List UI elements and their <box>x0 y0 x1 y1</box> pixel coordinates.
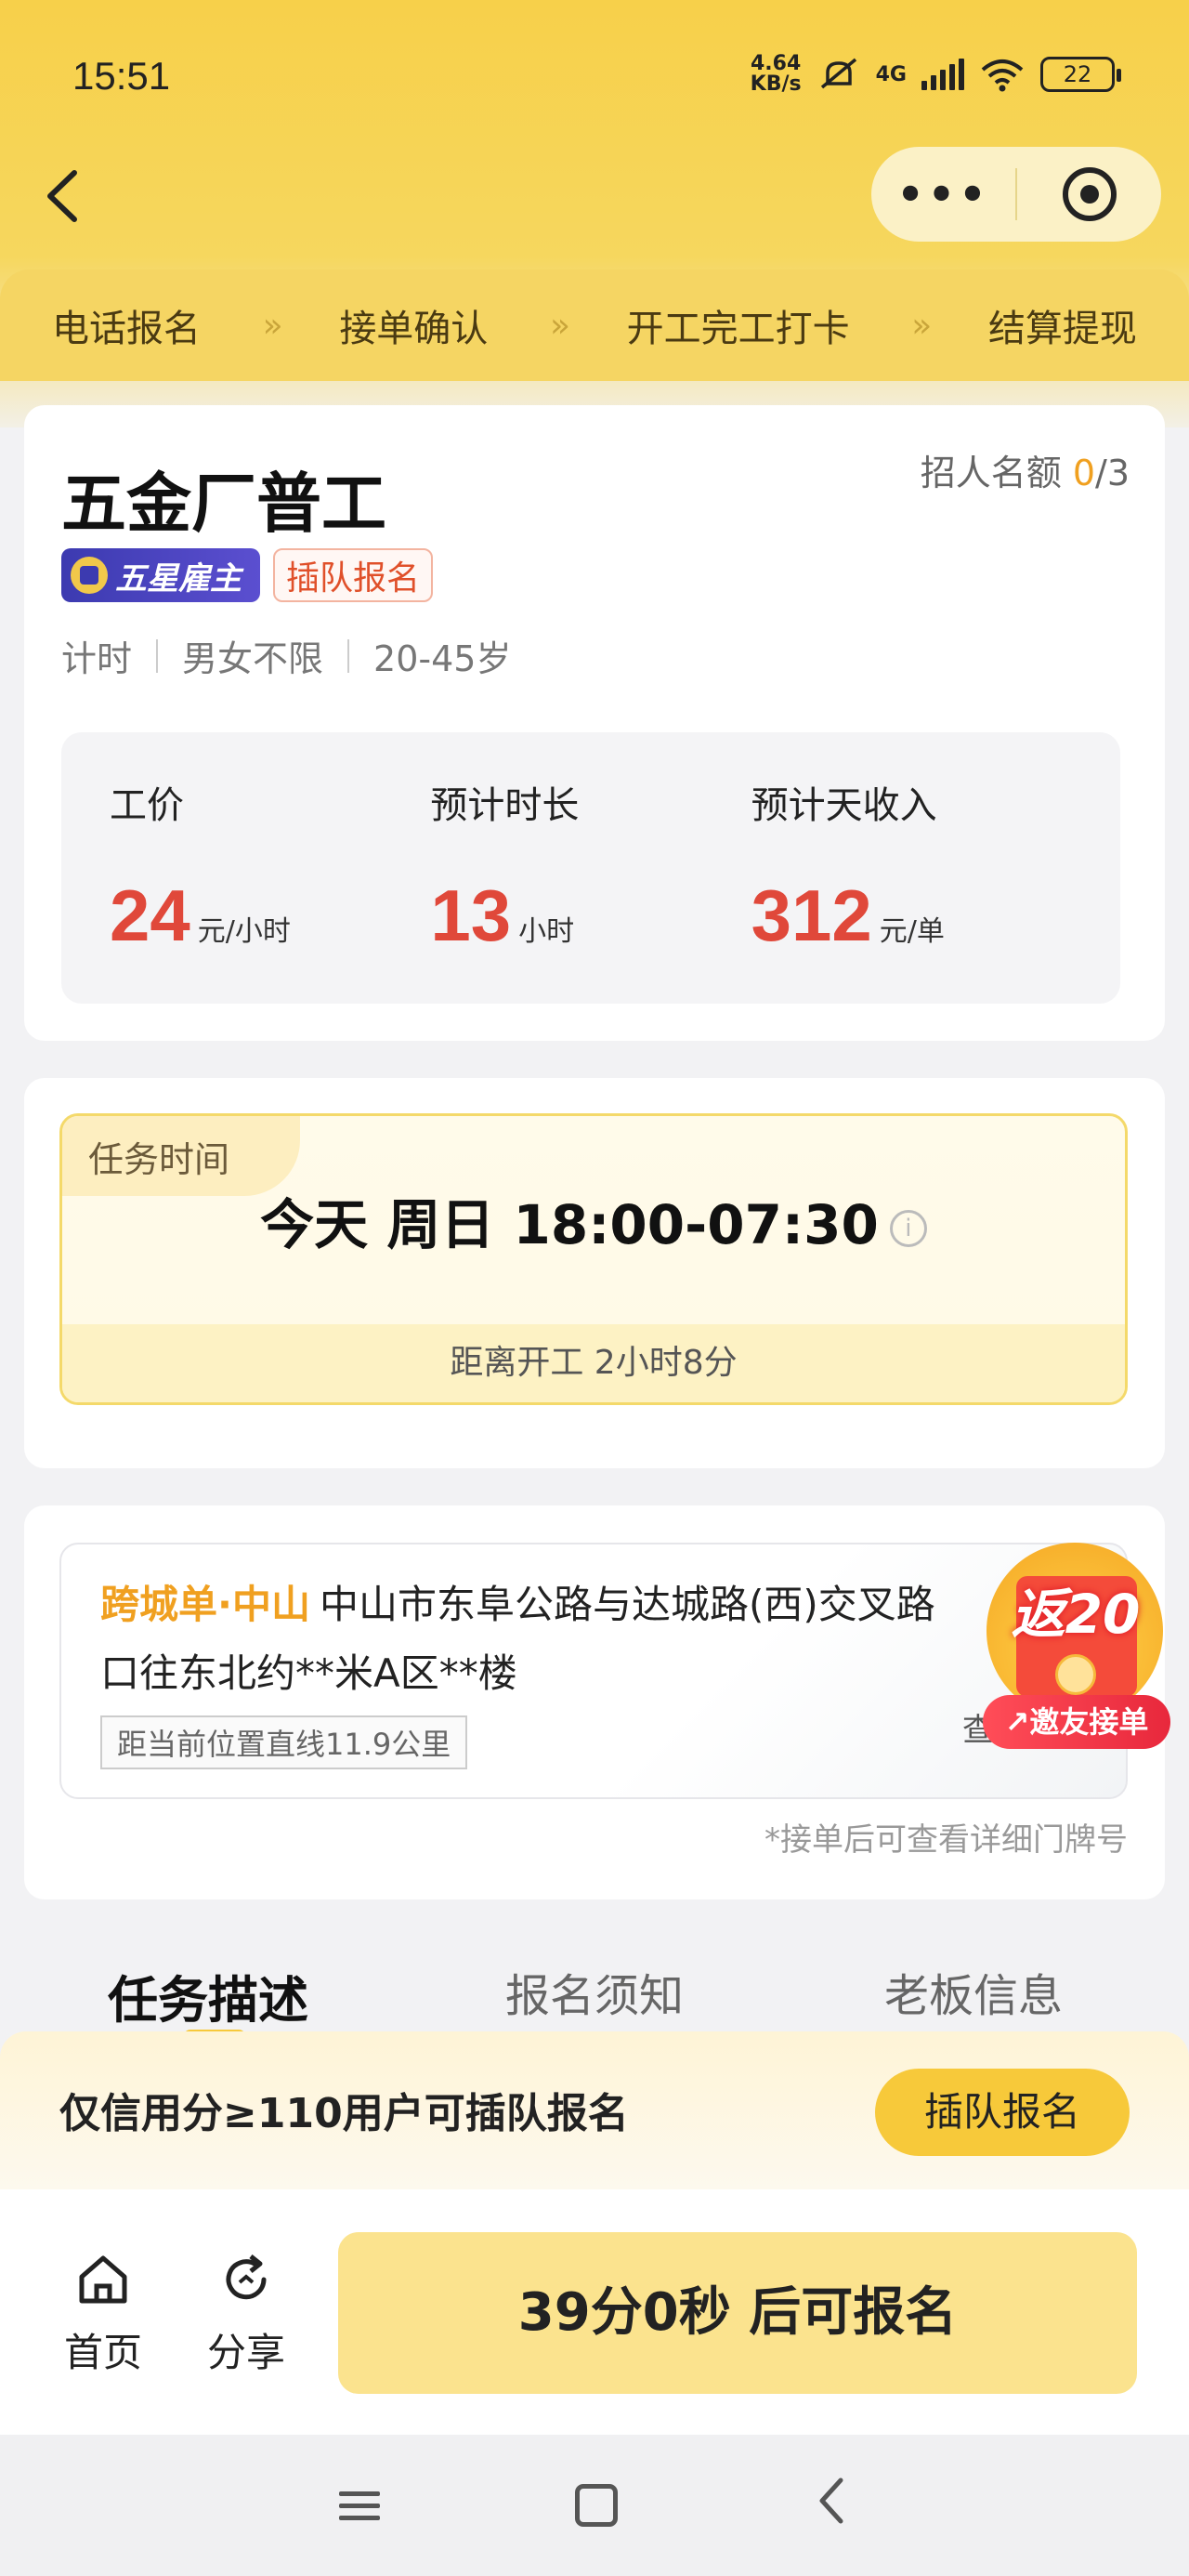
back-triangle-icon[interactable] <box>813 2473 850 2538</box>
start-countdown: 距离开工 2小时8分 <box>62 1324 1125 1402</box>
wifi-icon <box>981 59 1024 92</box>
address-box[interactable]: 跨城单·中山 中山市东阜公路与达城路(西)交叉路口往东北约**米A区**楼 距当前… <box>59 1543 1128 1799</box>
home-button[interactable]: 首页 <box>52 2247 154 2378</box>
network-type: 4G <box>875 62 907 86</box>
distance-badge: 距当前位置直线11.9公里 <box>100 1715 468 1769</box>
step-arrow-icon: » <box>549 306 570 345</box>
badge-shield-icon <box>71 557 108 594</box>
info-icon[interactable]: i <box>889 1209 927 1247</box>
detail-tabs: 任务描述 报名须知 老板信息 <box>0 1942 1189 2043</box>
menu-icon[interactable] <box>339 2484 380 2528</box>
net-speed: 4.64 KB/s <box>750 52 802 96</box>
miniapp-capsule: ••• <box>871 147 1161 242</box>
more-dots-icon: ••• <box>896 169 990 219</box>
home-square-icon[interactable] <box>575 2484 618 2527</box>
bottom-action-bar: 首页 分享 39分0秒 后可报名 <box>0 2189 1189 2435</box>
invite-friend-button[interactable]: ↗邀友接单 <box>983 1695 1170 1749</box>
task-time-range: 今天 周日 18:00-07:30 i <box>62 1181 1125 1259</box>
invite-red-packet[interactable]: 返20 ↗邀友接单 <box>983 1543 1170 1753</box>
back-button[interactable] <box>41 167 97 223</box>
badges: 五星雇主 插队报名 <box>61 548 434 602</box>
jump-queue-badge: 插队报名 <box>273 548 434 602</box>
quota-total: /3 <box>1095 453 1130 493</box>
pay-rate: 工价 24 元/小时 <box>110 784 291 956</box>
tab-registration-notice[interactable]: 报名须知 <box>505 1959 684 2024</box>
step-item: 结算提现 <box>987 308 1137 350</box>
quota: 招人名额 0/3 <box>920 453 1130 493</box>
address-note: *接单后可查看详细门牌号 <box>764 1821 1128 1859</box>
job-tags: 计时 男女不限 20-45岁 <box>61 630 511 681</box>
pay-info-panel: 工价 24 元/小时 预计时长 13 小时 预计天收入 312 元/单 <box>61 732 1120 1004</box>
close-miniapp-button[interactable] <box>1017 167 1161 221</box>
progress-steps: 电话报名 » 接单确认 » 开工完工打卡 » 结算提现 <box>0 269 1189 381</box>
tab-task-description[interactable]: 任务描述 <box>108 1959 308 2032</box>
step-item: 开工完工打卡 <box>626 308 850 350</box>
five-star-employer-badge: 五星雇主 <box>61 548 260 602</box>
job-title: 五金厂普工 <box>61 466 386 542</box>
pay-daily-income: 预计天收入 312 元/单 <box>751 784 945 956</box>
chevron-left-icon <box>47 170 77 222</box>
job-summary-card: 五金厂普工 招人名额 0/3 五星雇主 插队报名 计时 男女不限 20-45岁 … <box>24 405 1165 1041</box>
mute-icon <box>820 58 856 89</box>
step-item: 接单确认 <box>339 308 489 350</box>
quota-filled: 0 <box>1072 453 1096 493</box>
promo-amount: 返20 <box>1011 1583 1141 1646</box>
address-text: 跨城单·中山 中山市东阜公路与达城路(西)交叉路口往东北约**米A区**楼 <box>100 1582 935 1696</box>
battery-icon: 22 <box>1040 57 1121 92</box>
share-refresh-icon <box>226 2254 267 2300</box>
status-time: 15:51 <box>72 54 171 98</box>
status-bar: 15:51 4.64 KB/s 4G 22 <box>0 0 1189 158</box>
step-arrow-icon: » <box>262 306 283 345</box>
target-icon <box>1062 167 1117 221</box>
step-item: 电话报名 <box>52 308 201 350</box>
jump-queue-requirement: 仅信用分≥110用户可插队报名 <box>59 2090 629 2137</box>
step-arrow-icon: » <box>911 306 932 345</box>
tab-boss-info[interactable]: 老板信息 <box>884 1959 1063 2024</box>
home-icon <box>79 2255 127 2304</box>
tag-age: 20-45岁 <box>373 638 512 679</box>
signal-icon <box>921 59 964 90</box>
status-icons: 4.64 KB/s 4G 22 <box>750 52 1121 96</box>
register-countdown-button[interactable]: 39分0秒 后可报名 <box>338 2232 1137 2394</box>
task-time-card: 任务时间 今天 周日 18:00-07:30 i 距离开工 2小时8分 <box>24 1078 1165 1468</box>
share-button[interactable]: 分享 <box>195 2247 297 2378</box>
jump-queue-button[interactable]: 插队报名 <box>875 2069 1130 2156</box>
pay-duration: 预计时长 13 小时 <box>430 784 580 956</box>
cross-city-tag: 跨城单·中山 <box>100 1582 310 1627</box>
tag-pay-type: 计时 <box>61 638 133 679</box>
jump-queue-bar: 仅信用分≥110用户可插队报名 插队报名 <box>0 2031 1189 2189</box>
system-nav-bar <box>0 2435 1189 2576</box>
tag-gender: 男女不限 <box>182 638 324 679</box>
more-button[interactable]: ••• <box>871 173 1015 216</box>
task-time-box: 任务时间 今天 周日 18:00-07:30 i 距离开工 2小时8分 <box>59 1113 1128 1405</box>
